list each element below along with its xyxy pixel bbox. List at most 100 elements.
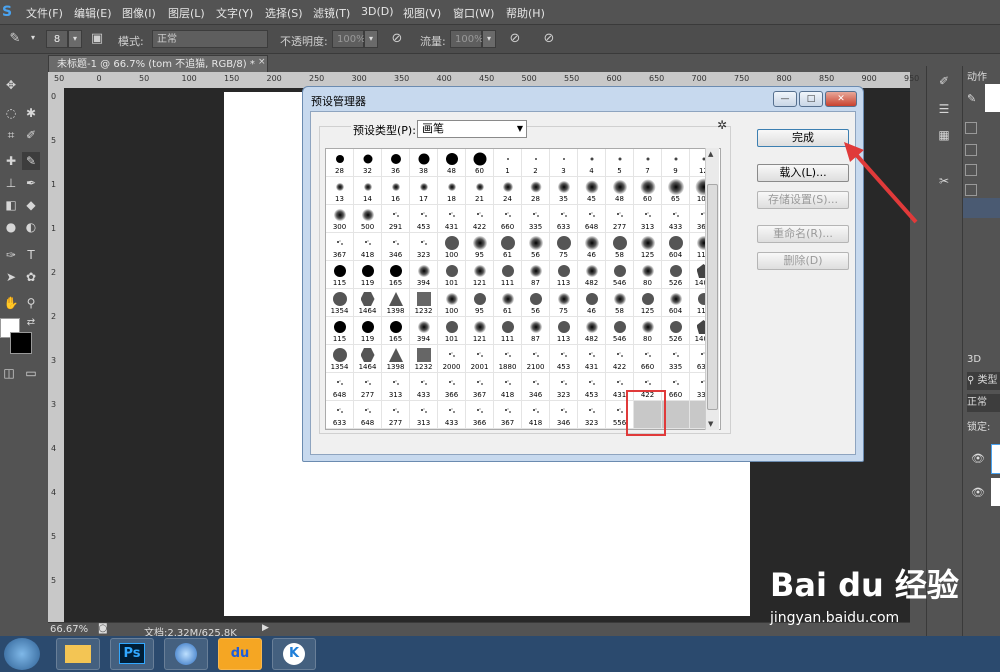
brush-preset[interactable]: 87: [522, 317, 550, 345]
background-color-swatch[interactable]: [10, 332, 32, 354]
brush-preset[interactable]: 35: [550, 177, 578, 205]
close-tab-icon[interactable]: ×: [258, 57, 266, 67]
zoom-level[interactable]: 66.67%: [50, 624, 88, 635]
brush-preset[interactable]: 2001: [466, 345, 494, 373]
pen-tool-icon[interactable]: ✑: [2, 246, 20, 264]
start-button[interactable]: [4, 638, 40, 670]
brush-preset[interactable]: 48: [438, 149, 466, 177]
tool-preset-dropdown[interactable]: ▾: [26, 30, 40, 48]
brush-size-box[interactable]: 8: [46, 30, 68, 48]
brush-preset[interactable]: 87: [522, 261, 550, 289]
scroll-up-icon[interactable]: ▲: [708, 150, 713, 158]
baidu-taskbar-button[interactable]: du: [218, 638, 262, 670]
actions-brush-icon[interactable]: ✎: [967, 92, 976, 105]
brush-preset[interactable]: 58: [606, 233, 634, 261]
pressure-opacity-icon[interactable]: ⊘: [388, 30, 406, 48]
brush-tool-icon[interactable]: ✎: [22, 152, 40, 170]
brush-preset[interactable]: 21: [466, 177, 494, 205]
opacity-input[interactable]: 100%: [332, 30, 366, 48]
brush-preset[interactable]: 101: [438, 261, 466, 289]
brush-preset[interactable]: 5: [606, 149, 634, 177]
brush-preset[interactable]: 16: [382, 177, 410, 205]
brush-preset[interactable]: 65: [662, 177, 690, 205]
brush-preset[interactable]: 604: [662, 233, 690, 261]
action-checkbox[interactable]: [965, 144, 977, 156]
delete-button[interactable]: 删除(D): [757, 252, 849, 270]
close-icon[interactable]: ✕: [825, 91, 857, 107]
preset-scrollbar[interactable]: ▲ ▼: [705, 148, 719, 430]
action-row-selected[interactable]: [963, 198, 1000, 218]
channels-icon[interactable]: ▦: [935, 126, 953, 144]
brush-preset[interactable]: 1232: [410, 289, 438, 317]
brush-preset[interactable]: 323: [550, 373, 578, 401]
brush-preset[interactable]: 300: [326, 205, 354, 233]
brush-size-dropdown[interactable]: ▾: [68, 30, 82, 48]
load-button[interactable]: 载入(L)...: [757, 164, 849, 182]
brush-preset[interactable]: 313: [634, 205, 662, 233]
brush-preset[interactable]: 119: [354, 317, 382, 345]
brush-preset[interactable]: 32: [354, 149, 382, 177]
menu-item[interactable]: 图像(I): [122, 5, 156, 21]
layer-thumbnail[interactable]: [991, 478, 1000, 506]
eyedropper-icon[interactable]: ✐: [22, 126, 40, 144]
k-app-taskbar-button[interactable]: K: [272, 638, 316, 670]
screen-mode-icon[interactable]: ▭: [22, 364, 40, 382]
brush-settings-icon[interactable]: ✐: [935, 72, 953, 90]
menu-item[interactable]: 窗口(W): [453, 5, 494, 21]
brush-preset[interactable]: 17: [410, 177, 438, 205]
brush-preset[interactable]: 1354: [326, 289, 354, 317]
brush-preset[interactable]: 165: [382, 261, 410, 289]
done-button[interactable]: 完成: [757, 129, 849, 147]
brush-preset[interactable]: 291: [382, 205, 410, 233]
brush-preset[interactable]: 28: [326, 149, 354, 177]
brush-preset[interactable]: 482: [578, 317, 606, 345]
brush-preset[interactable]: 61: [494, 233, 522, 261]
document-tab[interactable]: 未标题-1 @ 66.7% (tom 不追猫, RGB/8) *: [48, 55, 268, 72]
brush-preset[interactable]: 61: [494, 289, 522, 317]
brush-preset[interactable]: 115: [326, 317, 354, 345]
brush-preset[interactable]: 165: [382, 317, 410, 345]
brush-preset[interactable]: 418: [354, 233, 382, 261]
zoom-tool-icon[interactable]: ⚲: [22, 294, 40, 312]
healing-brush-icon[interactable]: ✚: [2, 152, 20, 170]
blend-mode-select[interactable]: 正常: [967, 394, 1000, 412]
brush-preset[interactable]: 648: [578, 205, 606, 233]
brush-preset[interactable]: 60: [466, 149, 494, 177]
brush-preset[interactable]: 7: [634, 149, 662, 177]
3d-tab[interactable]: 3D: [967, 354, 981, 365]
menu-item[interactable]: 图层(L): [168, 5, 205, 21]
magic-wand-icon[interactable]: ✱: [22, 104, 40, 122]
brush-preset[interactable]: 346: [382, 233, 410, 261]
brush-preset[interactable]: 1398: [382, 289, 410, 317]
menu-item[interactable]: 3D(D): [361, 5, 394, 18]
brush-preset[interactable]: 48: [606, 177, 634, 205]
tools-preset-icon[interactable]: ✂: [935, 172, 953, 190]
brush-preset[interactable]: 1464: [354, 345, 382, 373]
brush-preset[interactable]: 45: [578, 177, 606, 205]
brush-preset[interactable]: 111: [494, 317, 522, 345]
action-checkbox[interactable]: [965, 122, 977, 134]
brush-preset[interactable]: 367: [466, 373, 494, 401]
brush-preset[interactable]: 433: [410, 373, 438, 401]
brush-preset[interactable]: 60: [634, 177, 662, 205]
brush-preset[interactable]: 115: [326, 261, 354, 289]
brush-preset[interactable]: 101: [438, 317, 466, 345]
brush-preset[interactable]: 24: [494, 177, 522, 205]
brush-preset[interactable]: 2100: [522, 345, 550, 373]
brush-preset[interactable]: 431: [438, 205, 466, 233]
brush-preset[interactable]: 394: [410, 261, 438, 289]
brush-preset[interactable]: 394: [410, 317, 438, 345]
brush-preset[interactable]: 80: [634, 261, 662, 289]
actions-panel-title[interactable]: 动作: [967, 68, 987, 83]
brush-preset[interactable]: 453: [578, 373, 606, 401]
brush-preset[interactable]: 604: [662, 289, 690, 317]
brush-preset[interactable]: 3: [550, 149, 578, 177]
opacity-dropdown[interactable]: ▾: [364, 30, 378, 48]
status-menu-arrow-icon[interactable]: ▶: [262, 623, 269, 633]
brush-preset[interactable]: 277: [382, 401, 410, 429]
menu-item[interactable]: 文件(F): [26, 5, 63, 21]
brush-preset[interactable]: 125: [634, 233, 662, 261]
menu-item[interactable]: 帮助(H): [506, 5, 545, 21]
brush-preset[interactable]: 335: [522, 205, 550, 233]
brush-preset[interactable]: 482: [578, 261, 606, 289]
